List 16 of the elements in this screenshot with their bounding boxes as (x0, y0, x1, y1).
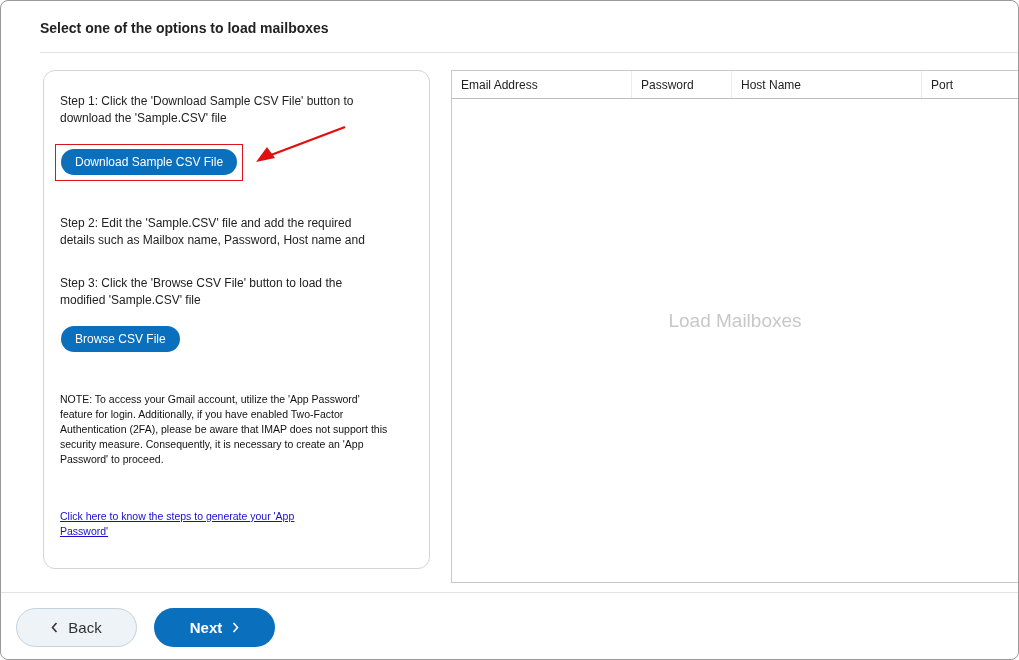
chevron-right-icon (232, 622, 240, 633)
step-text: Step 1: Click the 'Download Sample CSV File' button to download the 'Sample.CSV' file (60, 93, 355, 127)
step-text: Step 2: Edit the 'Sample.CSV' file and add the required details such as Mailbox name, Password, Host name and (60, 215, 366, 249)
note-text: NOTE: To access your Gmail account, utilize the 'App Password' feature for login. Additionally, if you have enabled Two-Factor Authentication (2FA), please be aware that IMAP does not support this security measure. Consequently, it is necessary to create an 'App Password' to proceed. (60, 392, 389, 467)
column-header[interactable]: Password (632, 71, 732, 98)
browse-button[interactable]: Browse CSV File (61, 326, 180, 352)
next-button[interactable]: Next (154, 608, 275, 647)
column-header[interactable]: Email Address (452, 71, 632, 98)
column-header[interactable]: Port (922, 71, 1018, 98)
download-button[interactable]: Download Sample CSV File (61, 149, 238, 175)
page-title: Select one of the options to load mailboxes (39, 19, 330, 38)
chevron-left-icon (51, 622, 59, 633)
column-header[interactable]: Host Name (732, 71, 922, 98)
help-link[interactable]: Click here to know the steps to generate your 'App Password' (60, 509, 340, 539)
back-button[interactable]: Back (16, 608, 137, 647)
step-text: Step 3: Click the 'Browse CSV File' button to load the modified 'Sample.CSV' file (60, 275, 344, 309)
